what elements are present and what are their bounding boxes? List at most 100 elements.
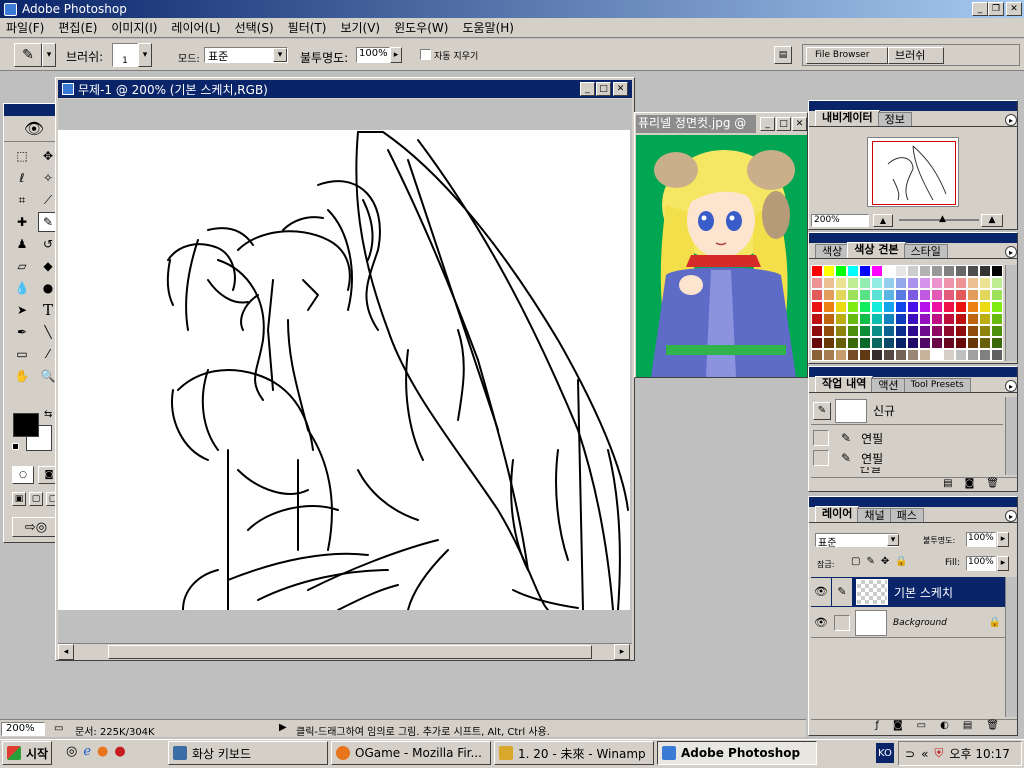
color-swatch[interactable] xyxy=(907,349,919,361)
layers-menu-icon[interactable]: ▸ xyxy=(1005,510,1017,522)
swatches-menu-icon[interactable]: ▸ xyxy=(1005,246,1017,258)
color-swatch[interactable] xyxy=(859,325,871,337)
screen-mode-standard-icon[interactable]: ▣ xyxy=(12,492,26,506)
color-swatch[interactable] xyxy=(991,265,1003,277)
menu-window[interactable]: 윈도우(W) xyxy=(394,19,448,36)
eye-icon[interactable]: 👁 xyxy=(811,578,831,606)
layer-row-background[interactable]: 👁 Background 🔒 xyxy=(811,608,1005,638)
color-swatch[interactable] xyxy=(859,289,871,301)
brush-dropdown-icon[interactable]: ▾ xyxy=(138,43,152,67)
close-button[interactable]: ✕ xyxy=(1006,2,1022,16)
layer-link-box[interactable] xyxy=(834,614,850,631)
layer-style-icon[interactable]: ƒ xyxy=(875,720,879,734)
doc-minimize-button[interactable]: _ xyxy=(580,82,595,96)
color-swatch[interactable] xyxy=(943,337,955,349)
standard-mode-icon[interactable]: ○ xyxy=(12,466,34,484)
healing-icon[interactable]: ✚ xyxy=(12,212,32,232)
task-winamp[interactable]: 1. 20 - 未來 - Winamp xyxy=(494,741,654,765)
color-swatch[interactable] xyxy=(895,301,907,313)
tab-layers[interactable]: 레이어 xyxy=(815,506,860,522)
color-swatch[interactable] xyxy=(811,349,823,361)
color-swatch[interactable] xyxy=(823,337,835,349)
color-swatch[interactable] xyxy=(823,301,835,313)
color-swatch[interactable] xyxy=(967,301,979,313)
trash-icon[interactable]: 🗑 xyxy=(986,478,999,491)
color-swatch[interactable] xyxy=(895,289,907,301)
history-item[interactable]: ✎ 연필 xyxy=(811,429,1003,447)
menu-filter[interactable]: 필터(T) xyxy=(288,19,327,36)
color-swatch[interactable] xyxy=(931,289,943,301)
color-swatch[interactable] xyxy=(811,301,823,313)
antivirus-icon[interactable]: ⛨ xyxy=(934,746,943,761)
layer-set-icon[interactable]: ▭ xyxy=(917,720,926,734)
color-swatch[interactable] xyxy=(871,337,883,349)
color-swatch[interactable] xyxy=(895,265,907,277)
firefox-icon[interactable]: ● xyxy=(97,744,108,759)
history-brush-box[interactable] xyxy=(813,430,829,446)
reference-title[interactable]: 퓨리넬 정면컷.jpg @ xyxy=(636,115,756,133)
color-swatch[interactable] xyxy=(871,313,883,325)
layer-mask-icon[interactable]: ◙ xyxy=(893,720,903,734)
ref-close-button[interactable]: ✕ xyxy=(792,117,807,131)
color-swatch[interactable] xyxy=(979,337,991,349)
color-swatch[interactable] xyxy=(907,289,919,301)
color-swatch[interactable] xyxy=(847,265,859,277)
swatch-grid[interactable] xyxy=(811,265,1003,361)
menu-image[interactable]: 이미지(I) xyxy=(111,19,157,36)
color-swatch[interactable] xyxy=(883,325,895,337)
new-document-icon[interactable]: ▤ xyxy=(943,478,952,491)
tab-actions[interactable]: 액션 xyxy=(871,378,906,392)
history-source-icon[interactable]: ✎ xyxy=(813,401,831,420)
eye-icon[interactable]: 👁 xyxy=(811,616,831,629)
adjustment-layer-icon[interactable]: ◐ xyxy=(940,720,949,734)
color-swatch[interactable] xyxy=(931,325,943,337)
color-swatch[interactable] xyxy=(811,265,823,277)
restore-button[interactable]: ❐ xyxy=(988,2,1004,16)
new-layer-icon[interactable]: ▤ xyxy=(963,720,972,734)
blur-icon[interactable]: 💧 xyxy=(12,278,32,298)
tab-history[interactable]: 작업 내역 xyxy=(815,376,874,392)
doc-close-button[interactable]: ✕ xyxy=(613,82,628,96)
opacity-arrow-icon[interactable]: ▸ xyxy=(390,47,402,63)
layer-opacity-field[interactable]: 100% xyxy=(966,532,996,547)
color-swatch[interactable] xyxy=(811,277,823,289)
color-swatch[interactable] xyxy=(931,265,943,277)
doc-info-icon[interactable]: ▭ xyxy=(54,723,63,734)
menu-help[interactable]: 도움말(H) xyxy=(462,19,514,36)
media-icon[interactable]: ● xyxy=(114,744,125,759)
ref-minimize-button[interactable]: _ xyxy=(760,117,775,131)
tab-channels[interactable]: 채널 xyxy=(857,508,892,522)
fill-arrow-icon[interactable]: ▸ xyxy=(997,556,1009,571)
color-swatch[interactable] xyxy=(919,325,931,337)
menu-view[interactable]: 보기(V) xyxy=(340,19,380,36)
color-swatch[interactable] xyxy=(811,325,823,337)
color-swatch[interactable] xyxy=(823,277,835,289)
path-select-icon[interactable]: ➤ xyxy=(12,300,32,320)
color-swatch[interactable] xyxy=(871,349,883,361)
color-swatch[interactable] xyxy=(907,301,919,313)
menu-layer[interactable]: 레이어(L) xyxy=(171,19,220,36)
color-swatch[interactable] xyxy=(883,349,895,361)
tab-swatches[interactable]: 색상 견본 xyxy=(847,242,906,258)
color-swatch[interactable] xyxy=(979,301,991,313)
palette-well-icon[interactable]: ▤ xyxy=(774,46,792,64)
color-swatch[interactable] xyxy=(955,277,967,289)
color-swatch[interactable] xyxy=(859,301,871,313)
color-swatch[interactable] xyxy=(955,289,967,301)
layers-scrollbar[interactable] xyxy=(1005,577,1017,717)
color-swatch[interactable] xyxy=(847,277,859,289)
color-swatch[interactable] xyxy=(871,277,883,289)
tab-color[interactable]: 색상 xyxy=(815,244,850,258)
color-swatch[interactable] xyxy=(835,301,847,313)
zoom-slider-thumb[interactable]: ▲ xyxy=(939,214,946,224)
eraser-icon[interactable]: ▱ xyxy=(12,256,32,276)
lock-icons[interactable]: ▢✎✥🔒 xyxy=(851,556,914,567)
navigator-zoom-field[interactable]: 200% xyxy=(811,214,869,227)
marquee-icon[interactable]: ⬚ xyxy=(12,146,32,166)
stamp-icon[interactable]: ♟ xyxy=(12,234,32,254)
color-swatch[interactable] xyxy=(943,301,955,313)
ime-icon[interactable]: ⊃ xyxy=(905,747,915,761)
color-swatch[interactable] xyxy=(979,277,991,289)
color-swatch[interactable] xyxy=(835,289,847,301)
layer-row-sketch[interactable]: 👁 ✎ 기본 스케치 xyxy=(811,577,1005,607)
